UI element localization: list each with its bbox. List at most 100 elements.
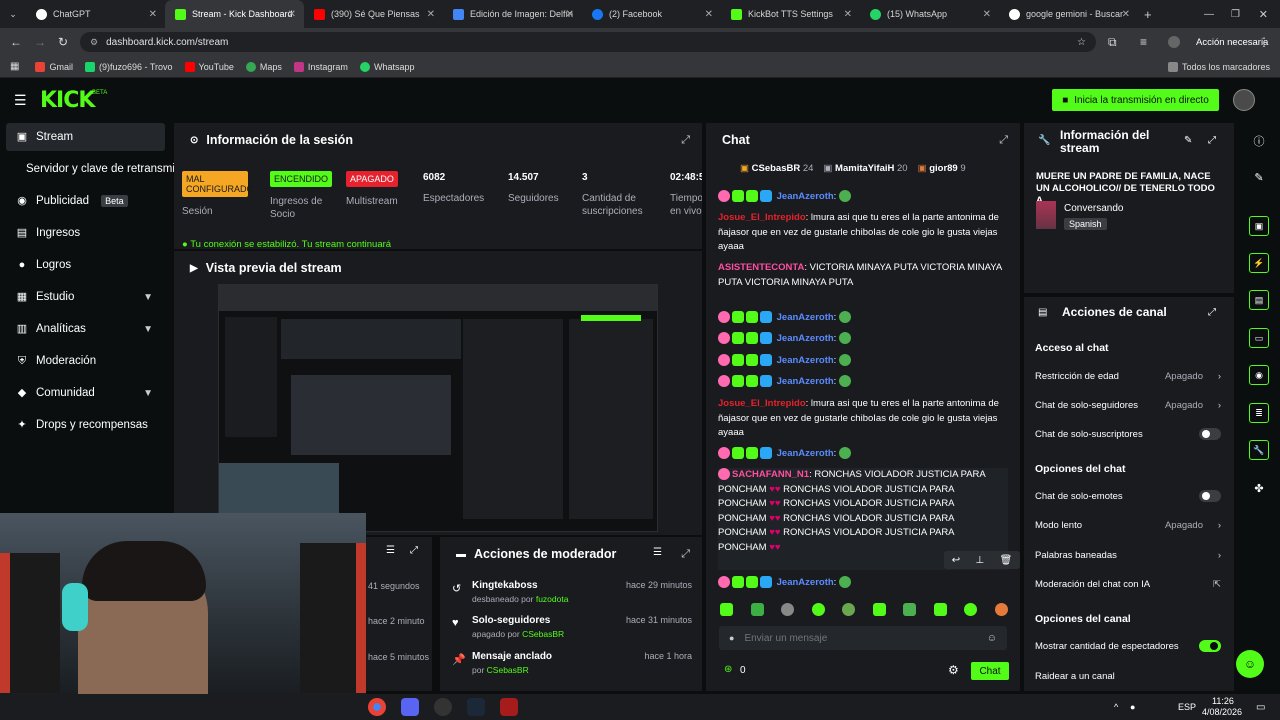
bookmark-instagram[interactable]: Instagram <box>293 61 348 72</box>
chat-username[interactable]: ASISTENTECONTA <box>718 262 804 273</box>
chat-input-box[interactable]: ● ☺ <box>719 626 1007 650</box>
emote-icon[interactable] <box>842 603 856 616</box>
emote-icon[interactable] <box>994 603 1008 616</box>
chat-message[interactable]: Josue_El_Intrepido: lmura asi que tu ere… <box>718 397 1008 441</box>
layers-widget-icon[interactable]: ≣ <box>1249 403 1269 423</box>
option-banned-words[interactable]: Palabras baneadas › <box>1035 546 1225 564</box>
clock-date[interactable]: 4/08/2026 <box>1202 707 1242 717</box>
close-tab-icon[interactable]: ✕ <box>705 9 713 20</box>
expand-icon[interactable]: ⤢ <box>681 548 690 561</box>
emote-icon[interactable] <box>903 603 917 616</box>
category-name[interactable]: Conversando <box>1064 203 1123 214</box>
discord-taskbar-icon[interactable] <box>401 698 419 716</box>
kick-logo[interactable]: KICK <box>40 88 95 113</box>
media-icon[interactable]: ≡ <box>1140 35 1147 49</box>
close-tab-icon[interactable]: ✕ <box>149 9 157 20</box>
emote-icon[interactable] <box>964 603 978 616</box>
browser-tab[interactable]: (390) Sé Que Piensas ✕ <box>304 0 443 28</box>
apps-grid-icon[interactable]: ▦ <box>10 61 19 72</box>
browser-tab[interactable]: (2) Facebook ✕ <box>582 0 721 28</box>
camera-widget-icon[interactable]: ▣ <box>1249 216 1269 236</box>
sidebar-item-drops[interactable]: ✦ Drops y recompensas <box>6 411 165 439</box>
emote-icon[interactable] <box>933 603 947 616</box>
sidebar-item-logros[interactable]: ● Logros <box>6 251 165 279</box>
subscribers-only-toggle[interactable] <box>1199 428 1221 440</box>
obs-taskbar-icon[interactable] <box>434 698 452 716</box>
steam-taskbar-icon[interactable] <box>467 698 485 716</box>
bookmark-trovo[interactable]: (9)fuzo696 - Trovo <box>84 61 173 72</box>
bookmark-whatsapp[interactable]: Whatsapp <box>359 61 414 72</box>
chrome-taskbar-icon[interactable] <box>368 698 386 716</box>
chat-message[interactable]: JeanAzeroth: <box>718 332 1008 347</box>
wrench-widget-icon[interactable]: 🔧 <box>1249 440 1269 460</box>
close-tab-icon[interactable]: ✕ <box>983 9 991 20</box>
option-followers-only[interactable]: Chat de solo-seguidores Apagado › <box>1035 396 1225 414</box>
new-tab-button[interactable]: + <box>1144 7 1152 22</box>
bookmark-youtube[interactable]: YouTube <box>184 61 234 72</box>
option-raid-channel[interactable]: Raidear a un canal <box>1035 667 1225 685</box>
chat-username[interactable]: Josue_El_Intrepido <box>718 398 806 409</box>
emote-icon[interactable] <box>750 603 764 616</box>
browser-tab[interactable]: (15) WhatsApp ✕ <box>860 0 999 28</box>
close-tab-icon[interactable]: ✕ <box>288 9 296 20</box>
close-window-icon[interactable]: ✕ <box>1259 8 1268 21</box>
info-circle-icon[interactable]: ⓘ <box>1244 129 1274 153</box>
expand-icon[interactable]: ⤢ <box>1208 135 1216 146</box>
expand-icon[interactable]: ⤢ <box>681 134 690 147</box>
chat-username[interactable]: JeanAzeroth <box>777 376 834 387</box>
category-thumbnail[interactable] <box>1036 201 1056 229</box>
sidebar-item-moderacion[interactable]: ⛨ Moderación <box>6 347 165 375</box>
close-tab-icon[interactable]: ✕ <box>427 9 435 20</box>
chat-username[interactable]: JeanAzeroth <box>777 577 834 588</box>
sidebar-item-stream[interactable]: ▣ Stream <box>6 123 165 151</box>
profile-avatar[interactable] <box>1168 36 1180 48</box>
bookmark-star-icon[interactable]: ☆ <box>1077 37 1086 48</box>
clipboard-widget-icon[interactable]: ▤ <box>1249 290 1269 310</box>
dota-taskbar-icon[interactable] <box>500 698 518 716</box>
sidebar-item-comunidad[interactable]: ◆ Comunidad ▼ <box>6 379 165 407</box>
site-info-icon[interactable]: ⚙ <box>90 37 98 48</box>
emote-icon[interactable] <box>720 603 733 616</box>
url-field[interactable]: ⚙ dashboard.kick.com/stream ☆ <box>80 32 1096 52</box>
show-viewers-toggle[interactable] <box>1199 640 1221 652</box>
extensions-icon[interactable]: ⧉ <box>1108 35 1117 50</box>
back-icon[interactable]: ← <box>10 35 22 49</box>
close-tab-icon[interactable]: ✕ <box>566 9 574 20</box>
filter-icon[interactable]: ☰ <box>386 545 395 556</box>
notification-icon[interactable]: ▭ <box>1256 702 1265 713</box>
tray-arrow-icon[interactable]: ^ <box>1114 702 1118 712</box>
option-ai-moderation[interactable]: Moderación del chat con IA ⇱ <box>1035 575 1225 593</box>
chat-username[interactable]: JeanAzeroth <box>777 191 834 202</box>
points-icon[interactable]: ⊛ <box>724 664 732 675</box>
chat-username[interactable]: JeanAzeroth <box>777 333 834 344</box>
sidebar-item-estudio[interactable]: ▦ Estudio ▼ <box>6 283 165 311</box>
chat-username[interactable]: JeanAzeroth <box>777 312 834 323</box>
close-tab-icon[interactable]: ✕ <box>1122 9 1130 20</box>
expand-icon[interactable]: ⤢ <box>1208 307 1216 318</box>
chat-username[interactable]: JeanAzeroth <box>777 448 834 459</box>
chat-input[interactable] <box>744 632 965 644</box>
browser-tab[interactable]: KickBot TTS Settings ✕ <box>721 0 860 28</box>
chat-send-button[interactable]: Chat <box>971 662 1009 680</box>
clock-time[interactable]: 11:26 <box>1212 696 1234 706</box>
top-gifter[interactable]: ▣ gior89 9 <box>918 163 966 174</box>
maximize-icon[interactable]: ❐ <box>1231 9 1240 20</box>
mod-user-link[interactable]: CSebasBR <box>522 629 564 639</box>
top-gifter[interactable]: ▣ CSebasBR 24 <box>740 163 813 174</box>
chat-widget-icon[interactable]: ▭ <box>1249 328 1269 348</box>
chat-message[interactable]: JeanAzeroth: <box>718 375 1008 390</box>
chat-username[interactable]: SACHAFANN_N1 <box>732 469 809 480</box>
chat-message[interactable]: JeanAzeroth: <box>718 576 1008 591</box>
go-live-button[interactable]: ■ Inicia la transmisión en directo <box>1052 89 1219 111</box>
chat-username[interactable]: JeanAzeroth <box>777 355 834 366</box>
browser-tab[interactable]: google gemioni - Buscar ✕ <box>999 0 1138 28</box>
expand-icon[interactable]: ⤢ <box>999 134 1008 147</box>
top-gifter[interactable]: ▣ MamitaYifaiH 20 <box>823 163 907 174</box>
chat-message[interactable]: JeanAzeroth: <box>718 447 1008 462</box>
emote-icon[interactable] <box>872 603 886 616</box>
chat-message[interactable]: JeanAzeroth: <box>718 311 1008 326</box>
bookmark-gmail[interactable]: Gmail <box>35 61 73 72</box>
puzzle-icon[interactable]: ✤ <box>1244 476 1274 500</box>
close-tab-icon[interactable]: ✕ <box>844 9 852 20</box>
minimize-icon[interactable]: — <box>1204 9 1214 20</box>
